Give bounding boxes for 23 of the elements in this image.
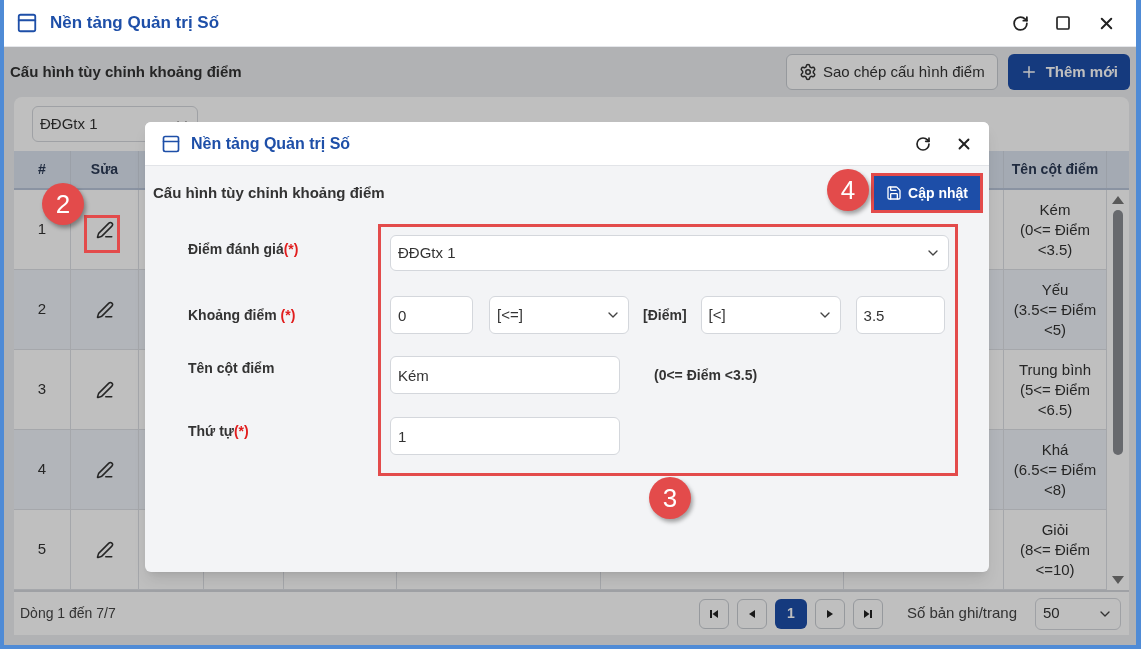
field-label: Thứ tự(*) xyxy=(188,422,249,441)
table-cell-text: 5 xyxy=(37,539,47,560)
range-preview: (0<= Điểm <3.5) xyxy=(654,365,758,385)
table-cell-text: 2 xyxy=(37,299,47,320)
table-cell: Trung bình (5<= Điểm <6.5) xyxy=(1019,359,1091,420)
dialog-heading: Cấu hình tùy chỉnh khoảng điểm xyxy=(153,182,385,203)
table-cell: Yếu (3.5<= Điểm <5) xyxy=(1013,279,1097,340)
column-header: Sửa xyxy=(90,160,119,179)
field-label: Điểm đánh giá(*) xyxy=(188,239,299,259)
field-label: Khoảng điểm (*) xyxy=(188,305,296,325)
column-header: Tên cột điểm xyxy=(1011,160,1099,179)
column-header: # xyxy=(38,160,46,179)
score-label: [Điểm] xyxy=(643,305,687,325)
table-cell-text: 3 xyxy=(37,379,47,400)
row-summary: Dòng 1 đến 7/7 xyxy=(20,604,116,623)
table-cell: Giỏi (8<= Điểm <=10) xyxy=(1020,519,1090,580)
table-cell-text: 4 xyxy=(37,459,47,480)
window-title: Nền tảng Quản trị Số xyxy=(50,12,220,35)
page-title: Cấu hình tùy chỉnh khoảng điểm xyxy=(10,61,242,82)
table-cell: Khá (6.5<= Điểm <8) xyxy=(1013,439,1097,500)
table-cell: Kém (0<= Điểm <3.5) xyxy=(1020,199,1090,260)
page-size-label: Số bản ghi/trang xyxy=(906,603,1017,624)
field-label: Tên cột điểm xyxy=(188,359,275,378)
